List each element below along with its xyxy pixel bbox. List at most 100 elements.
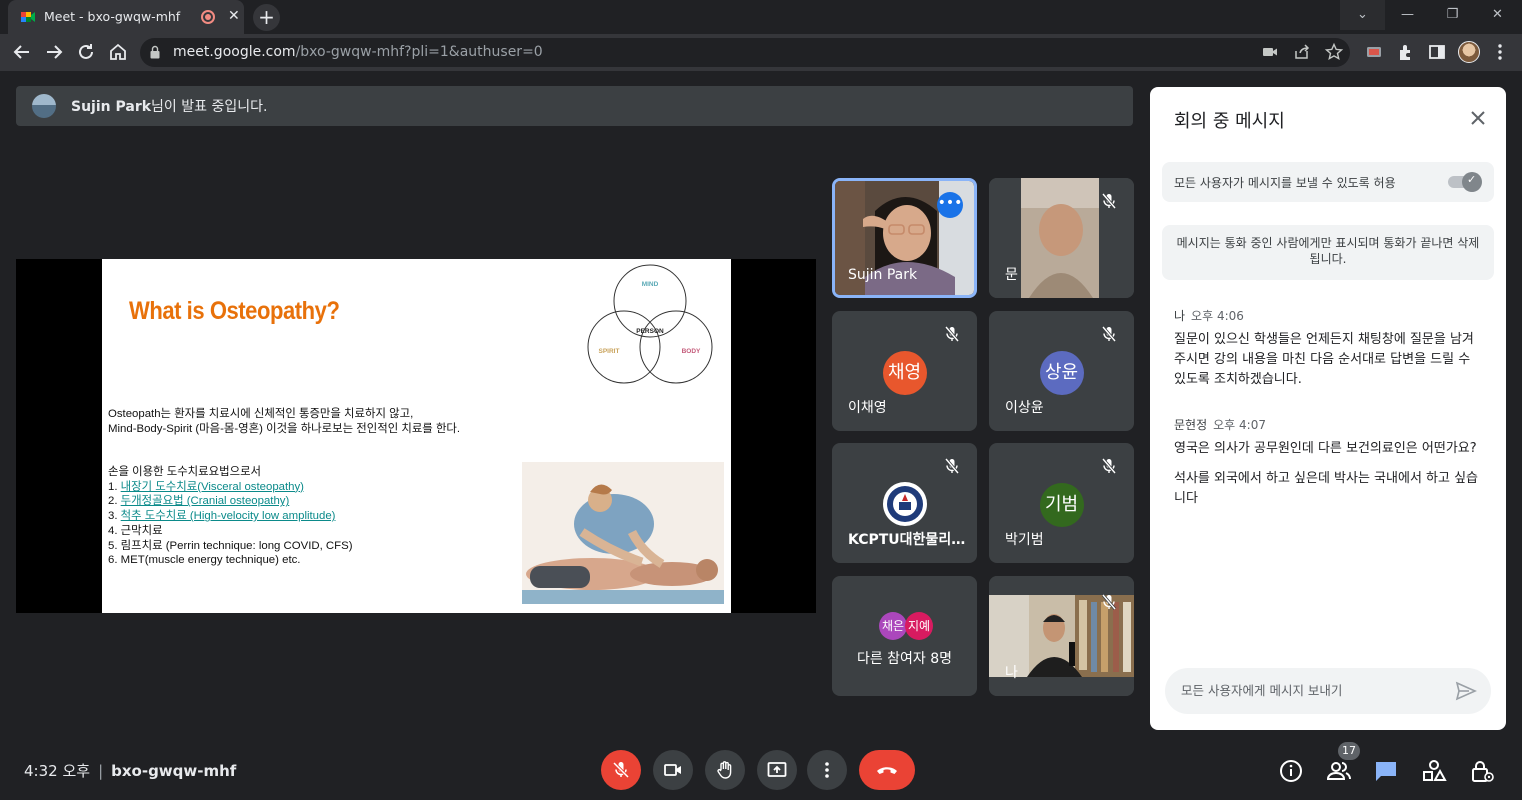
message-input[interactable] (1181, 683, 1441, 698)
meet-favicon-icon (21, 12, 35, 22)
list-item: 1. 내장기 도수치료(Visceral osteopathy) (108, 480, 304, 493)
slide-title: What is Osteopathy? (129, 297, 340, 325)
address-bar[interactable]: meet.google.com/bxo-gwqw-mhf?pli=1&authu… (140, 38, 1350, 67)
camera-toggle-button[interactable] (653, 750, 693, 790)
camera-in-use-icon[interactable] (1260, 42, 1280, 62)
forward-icon[interactable] (42, 40, 66, 64)
participant-tile-kcptu[interactable]: KCPTU대한물리치료사노동조합 (832, 443, 977, 563)
window-close-button[interactable]: ✕ (1475, 0, 1520, 30)
participant-tile-lee-chaeyoung[interactable]: 채영 이채영 (832, 311, 977, 431)
mic-off-icon (1101, 458, 1117, 474)
slide-intro: Osteopath는 환자를 치료시에 신체적인 통증만을 치료하지 않고, M… (108, 408, 461, 435)
message-text: 질문이 있으신 학생들은 언제든지 채팅창에 질문을 남겨주시면 강의 내용을 … (1174, 332, 1474, 387)
raise-hand-button[interactable] (705, 750, 745, 790)
participant-tile-sujin-park[interactable]: ••• Sujin Park (832, 178, 977, 298)
maximize-button[interactable]: ❐ (1430, 0, 1475, 30)
send-icon[interactable] (1455, 681, 1477, 701)
message-sender: 문현정 (1174, 418, 1208, 432)
allow-messages-label: 모든 사용자가 메시지를 보낼 수 있도록 허용 (1174, 176, 1396, 190)
presentation-slide: What is Osteopathy? MIND PERSON SPIRIT B… (102, 259, 731, 613)
tab-close-icon[interactable]: ✕ (228, 8, 240, 24)
list-item: 4. 근막치료 (108, 524, 163, 537)
message-text: 영국은 의사가 공무원인데 다른 보건의료인은 어떤가요? (1174, 441, 1477, 456)
participant-count-badge: 17 (1338, 742, 1360, 760)
message-time: 오후 4:06 (1191, 309, 1244, 323)
lock-icon[interactable] (150, 45, 160, 59)
activities-icon[interactable] (1421, 758, 1447, 784)
screen-share-stage[interactable]: What is Osteopathy? MIND PERSON SPIRIT B… (16, 259, 816, 613)
venn-label-body: BODY (682, 348, 701, 355)
other-participants-tile[interactable]: 채은 지예 다른 참여자 8명 (832, 576, 977, 696)
browser-tab[interactable]: Meet - bxo-gwqw-mhf ✕ (8, 0, 244, 34)
slide-treatment-list: 손을 이용한 도수치료요법으로서 1. 내장기 도수치료(Visceral os… (108, 465, 353, 568)
bookmark-star-icon[interactable] (1324, 42, 1344, 62)
mic-off-icon (944, 326, 960, 342)
venn-label-person: PERSON (636, 328, 664, 335)
video-camera-icon (664, 764, 681, 776)
host-controls-icon[interactable] (1469, 758, 1495, 784)
more-options-button[interactable] (807, 750, 847, 790)
present-screen-button[interactable] (757, 750, 797, 790)
presenting-text: Sujin Park님이 발표 중입니다. (71, 99, 268, 115)
other-participants-label: 다른 참여자 8명 (856, 651, 953, 667)
panel-title: 회의 중 메시지 (1174, 111, 1285, 132)
participant-name: 문 (1005, 267, 1018, 283)
participant-name: 이상윤 (1005, 400, 1044, 416)
people-icon[interactable] (1326, 758, 1352, 784)
extensions-icon[interactable] (1396, 42, 1416, 62)
leave-call-button[interactable] (859, 750, 915, 790)
current-time: 4:32 오후 (24, 762, 91, 780)
participant-avatar: 상윤 (1039, 351, 1084, 395)
mic-off-icon (612, 761, 630, 779)
message-compose (1165, 668, 1491, 714)
list-item: 3. 척추 도수치료 (High-velocity low amplitude) (108, 510, 336, 523)
list-heading: 손을 이용한 도수치료요법으로서 (108, 466, 262, 478)
participant-tile-lee-sangyun[interactable]: 상윤 이상윤 (989, 311, 1134, 431)
mini-avatar: 지예 (905, 612, 933, 640)
message-text: 석사를 외국에서 하고 싶은데 박사는 국내에서 하고 싶습니다 (1174, 471, 1479, 506)
chat-icon[interactable] (1373, 758, 1399, 784)
chrome-menu-icon[interactable] (1490, 42, 1510, 62)
meeting-info-icon[interactable] (1278, 758, 1304, 784)
profile-avatar[interactable] (1458, 41, 1480, 63)
minimize-button[interactable]: — (1385, 0, 1430, 30)
allow-messages-toggle[interactable] (1446, 172, 1482, 192)
hand-icon (717, 761, 732, 779)
meeting-details: 4:32 오후 | bxo-gwqw-mhf (24, 762, 237, 780)
venn-diagram: MIND PERSON SPIRIT BODY (587, 264, 713, 384)
present-icon (767, 762, 787, 777)
check-icon (1462, 172, 1482, 192)
recording-icon (201, 10, 215, 24)
microphone-toggle-button[interactable] (601, 750, 641, 790)
new-tab-button[interactable]: + (253, 4, 280, 31)
home-icon[interactable] (106, 40, 130, 64)
participant-tile-self[interactable]: 나 (989, 576, 1134, 696)
participant-avatar: 채영 (882, 351, 927, 395)
browser-tab-strip: Meet - bxo-gwqw-mhf ✕ + ⌄ — ❐ ✕ (0, 0, 1522, 34)
participant-tile-park-gibeom[interactable]: 기범 박기범 (989, 443, 1134, 563)
allow-messages-setting: 모든 사용자가 메시지를 보낼 수 있도록 허용 (1162, 162, 1494, 202)
list-item: 2. 두개정골요법 (Cranial osteopathy) (108, 495, 290, 508)
mic-off-icon (1101, 193, 1117, 209)
participant-avatar: 기범 (1039, 483, 1084, 527)
presenter-avatar (32, 94, 56, 118)
browser-toolbar: meet.google.com/bxo-gwqw-mhf?pli=1&authu… (0, 34, 1522, 71)
tab-search-button[interactable]: ⌄ (1340, 0, 1385, 30)
side-panel-icon[interactable] (1427, 42, 1447, 62)
more-options-icon[interactable]: ••• (937, 192, 963, 218)
close-icon[interactable] (1466, 106, 1490, 130)
back-icon[interactable] (10, 40, 34, 64)
participant-name: KCPTU대한물리치료사노동조합 (848, 532, 966, 548)
url-text[interactable]: meet.google.com/bxo-gwqw-mhf?pli=1&authu… (173, 44, 543, 60)
participant-name: 나 (1005, 665, 1018, 681)
message-header: 나 오후 4:06 (1174, 307, 1484, 324)
message-group: 나 오후 4:06 질문이 있으신 학생들은 언제든지 채팅창에 질문을 남겨주시… (1174, 307, 1484, 390)
hang-up-icon (877, 767, 897, 774)
message-sender: 나 (1174, 309, 1186, 323)
participant-tile-moon[interactable]: 문 (989, 178, 1134, 298)
message-time: 오후 4:07 (1213, 418, 1266, 432)
cast-icon[interactable] (1364, 42, 1384, 62)
kcptu-logo-icon (883, 482, 927, 526)
reload-icon[interactable] (74, 40, 98, 64)
share-icon[interactable] (1292, 42, 1312, 62)
